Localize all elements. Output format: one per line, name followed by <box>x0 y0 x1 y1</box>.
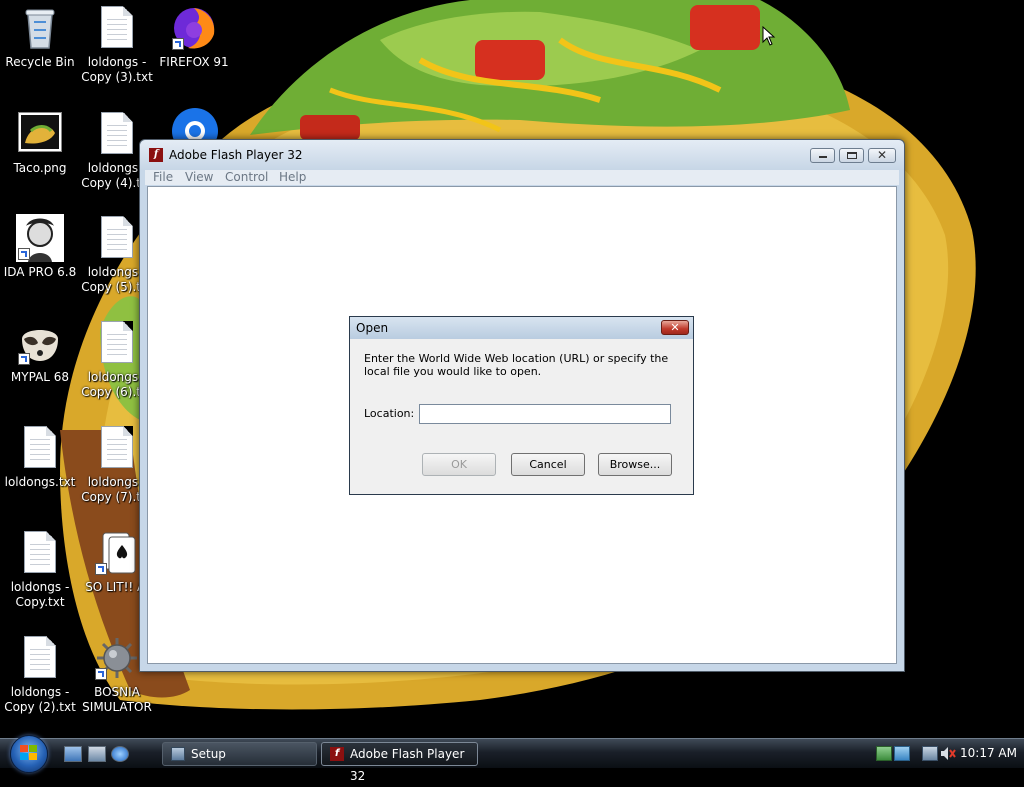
document-icon <box>24 531 56 573</box>
document-icon <box>101 112 133 154</box>
text-file-icon[interactable]: loldongs - Copy.txt <box>0 529 80 610</box>
desktop-icon-label: IDA PRO 6.8 <box>3 265 77 279</box>
menu-bar: File View Control Help <box>145 170 899 185</box>
image-file-icon[interactable]: Taco.png <box>0 110 80 176</box>
desktop-icon-label: Taco.png <box>13 161 67 175</box>
document-icon <box>101 426 133 468</box>
clock[interactable]: 10:17 AM <box>960 746 1017 760</box>
text-file-icon[interactable]: loldongs - Copy (2).txt <box>0 634 80 715</box>
dialog-titlebar[interactable]: Open ✕ <box>350 317 693 339</box>
recycle-bin-icon[interactable]: Recycle Bin <box>0 4 80 70</box>
location-label: Location: <box>364 407 415 420</box>
recycle-bin-graphic <box>16 4 64 52</box>
network-icon[interactable] <box>876 746 892 761</box>
shortcut-arrow-icon <box>18 353 30 365</box>
mouse-cursor-icon <box>762 26 776 46</box>
start-button[interactable] <box>10 735 48 773</box>
menu-control[interactable]: Control <box>225 170 268 185</box>
desktop-icon-label: loldongs - Copy (2).txt <box>4 685 76 714</box>
minimize-icon <box>819 156 827 158</box>
desktop-icon-label: MYPAL 68 <box>10 370 70 384</box>
flash-logo-icon: f <box>330 747 344 761</box>
open-dialog: Open ✕ Enter the World Wide Web location… <box>349 316 694 495</box>
close-icon: ✕ <box>670 321 680 334</box>
text-file-icon[interactable]: loldongs.txt <box>0 424 80 490</box>
desktop-icon-label: FIREFOX 91 <box>159 55 229 69</box>
window-titlebar[interactable]: f Adobe Flash Player 32 ✕ <box>140 140 904 170</box>
document-icon <box>24 426 56 468</box>
cancel-button[interactable]: Cancel <box>511 453 585 476</box>
desktop-icon-label: Recycle Bin <box>5 55 75 69</box>
document-icon <box>101 6 133 48</box>
taskbar: Setup f Adobe Flash Player 32 10:17 AM <box>0 735 1024 783</box>
desktop-icon-label: BOSNIA SIMULATOR <box>82 685 152 714</box>
volume-muted-icon[interactable] <box>940 746 956 761</box>
users-icon[interactable] <box>894 746 910 761</box>
document-icon <box>101 321 133 363</box>
mypal-icon[interactable]: MYPAL 68 <box>0 319 80 385</box>
system-tray: 10:17 AM <box>870 739 1024 769</box>
shortcut-arrow-icon <box>95 668 107 680</box>
maximize-icon <box>847 152 857 159</box>
shortcut-arrow-icon <box>95 563 107 575</box>
desktop: Recycle Bin loldongs - Copy (3).txt FIRE… <box>0 0 1024 738</box>
window-title: Adobe Flash Player 32 <box>169 148 303 162</box>
desktop-icon-label: loldongs - Copy.txt <box>10 580 70 609</box>
location-input[interactable] <box>419 404 671 424</box>
document-icon <box>101 216 133 258</box>
dialog-body: Enter the World Wide Web location (URL) … <box>351 339 692 493</box>
taskbar-item-flash[interactable]: f Adobe Flash Player 32 <box>321 742 478 783</box>
menu-view[interactable]: View <box>185 170 213 185</box>
taskbar-item-label: Setup <box>191 747 226 761</box>
dialog-close-button[interactable]: ✕ <box>661 320 689 335</box>
dialog-title: Open <box>356 321 389 335</box>
taskbar-item-setup[interactable]: Setup <box>162 742 317 766</box>
close-icon: ✕ <box>876 148 888 162</box>
show-desktop-icon[interactable] <box>64 746 82 762</box>
setup-icon <box>171 747 185 761</box>
document-icon <box>24 636 56 678</box>
firefox-icon[interactable]: FIREFOX 91 <box>154 4 234 70</box>
ida-pro-icon[interactable]: IDA PRO 6.8 <box>0 214 80 280</box>
flash-logo-icon: f <box>149 148 163 162</box>
ok-button[interactable]: OK <box>422 453 496 476</box>
switch-windows-icon[interactable] <box>88 746 106 762</box>
shortcut-arrow-icon <box>172 38 184 50</box>
taskbar-item-label: Adobe Flash Player 32 <box>350 747 465 783</box>
dialog-description: Enter the World Wide Web location (URL) … <box>364 352 669 378</box>
windows-logo-icon <box>20 745 38 761</box>
menu-file[interactable]: File <box>153 170 173 185</box>
desktop-icon-label: loldongs - Copy (3).txt <box>81 55 153 84</box>
shortcut-arrow-icon <box>18 248 30 260</box>
minimize-button[interactable] <box>810 148 835 163</box>
desktop-icon-label: loldongs.txt <box>4 475 76 489</box>
text-file-icon[interactable]: loldongs - Copy (3).txt <box>77 4 157 85</box>
menu-help[interactable]: Help <box>279 170 306 185</box>
browse-button[interactable]: Browse... <box>598 453 672 476</box>
maximize-button[interactable] <box>839 148 864 163</box>
close-button[interactable]: ✕ <box>868 148 896 163</box>
image-thumbnail-icon <box>18 112 62 152</box>
internet-explorer-icon[interactable] <box>111 746 129 762</box>
monitor-icon[interactable] <box>922 746 938 761</box>
